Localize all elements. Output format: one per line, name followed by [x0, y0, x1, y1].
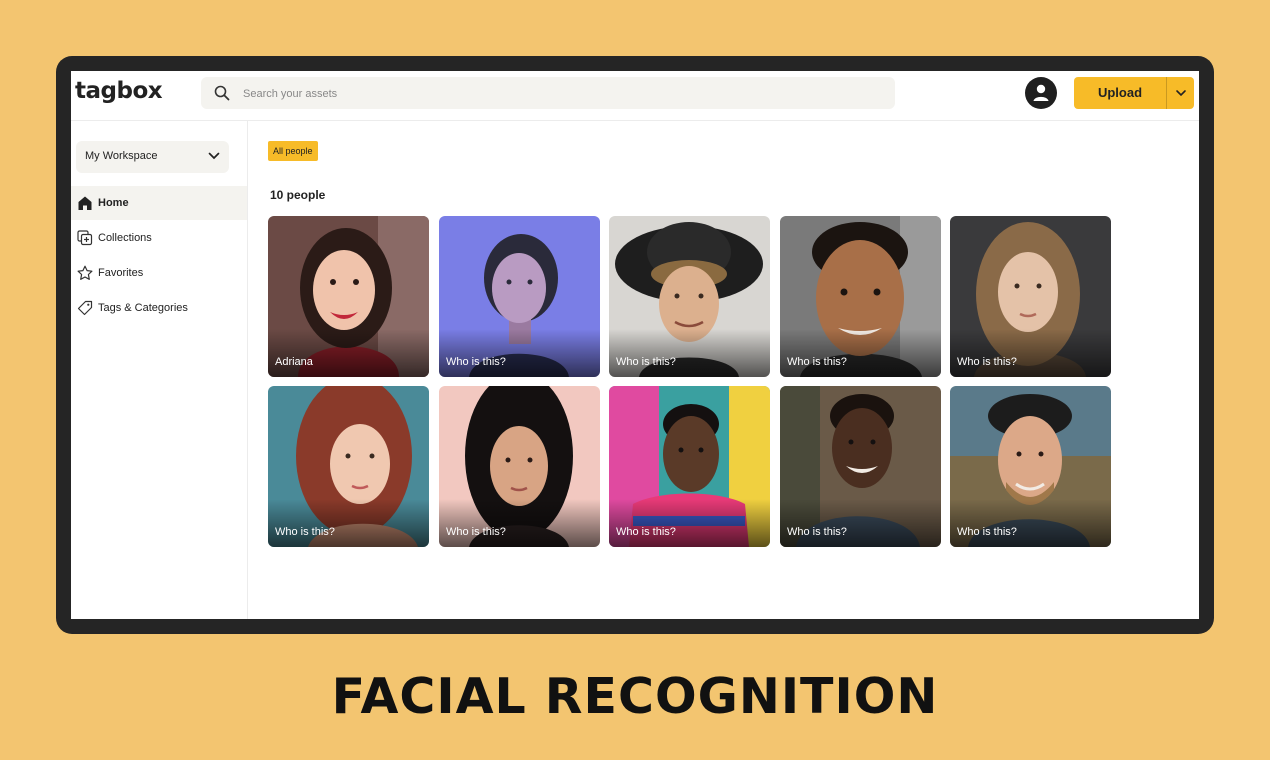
person-name: Who is this? — [446, 356, 506, 368]
person-name: Adriana — [275, 356, 313, 368]
user-icon — [1033, 84, 1049, 101]
upload-button[interactable]: Upload — [1074, 77, 1166, 109]
sidebar-item-label: Tags & Categories — [98, 302, 188, 314]
card-overlay — [780, 329, 941, 377]
person-card[interactable]: Who is this? — [439, 216, 600, 377]
person-name: Who is this? — [787, 526, 847, 538]
sidebar-item-home[interactable]: Home — [71, 186, 247, 220]
sidebar-item-tags-categories[interactable]: Tags & Categories — [71, 291, 247, 325]
search-icon — [214, 85, 230, 101]
person-name: Who is this? — [957, 526, 1017, 538]
card-overlay — [439, 329, 600, 377]
card-overlay — [950, 499, 1111, 547]
person-name: Who is this? — [446, 526, 506, 538]
tag-icon — [77, 300, 93, 316]
person-card[interactable]: Who is this? — [950, 216, 1111, 377]
feature-caption: FACIAL RECOGNITION — [331, 668, 939, 725]
person-card[interactable]: Who is this? — [780, 216, 941, 377]
person-name: Who is this? — [787, 356, 847, 368]
workspace-selector[interactable]: My Workspace — [76, 141, 229, 173]
card-overlay — [609, 499, 770, 547]
person-card[interactable]: Who is this? — [609, 216, 770, 377]
workspace-label: My Workspace — [85, 150, 158, 162]
search-input[interactable] — [241, 77, 885, 111]
card-overlay — [950, 329, 1111, 377]
sidebar-item-label: Home — [98, 197, 129, 209]
sidebar-item-collections[interactable]: Collections — [71, 221, 247, 255]
person-card[interactable]: Adriana — [268, 216, 429, 377]
chevron-down-icon — [208, 152, 220, 160]
person-card[interactable]: Who is this? — [950, 386, 1111, 547]
search-bar[interactable] — [201, 77, 895, 111]
person-name: Who is this? — [616, 356, 676, 368]
people-count: 10 people — [270, 188, 326, 202]
person-card[interactable]: Who is this? — [268, 386, 429, 547]
person-card[interactable]: Who is this? — [609, 386, 770, 547]
person-name: Who is this? — [957, 356, 1017, 368]
sidebar-item-favorites[interactable]: Favorites — [71, 256, 247, 290]
person-name: Who is this? — [275, 526, 335, 538]
card-overlay — [439, 499, 600, 547]
upload-menu-button[interactable] — [1166, 77, 1194, 109]
collections-icon — [77, 230, 93, 246]
user-avatar-button[interactable] — [1025, 77, 1057, 109]
sidebar: My Workspace Home Collections Favorites … — [71, 121, 248, 619]
filter-chip-all-people[interactable]: All people — [268, 141, 318, 161]
app-window: tagbox Upload — [71, 71, 1199, 619]
upload-button-group: Upload — [1074, 77, 1194, 109]
sidebar-item-label: Collections — [98, 232, 152, 244]
person-name: Who is this? — [616, 526, 676, 538]
person-card[interactable]: Who is this? — [439, 386, 600, 547]
star-icon — [77, 265, 93, 280]
logo[interactable]: tagbox — [75, 78, 163, 104]
card-overlay — [609, 329, 770, 377]
card-overlay — [780, 499, 941, 547]
home-icon — [78, 196, 92, 210]
chevron-down-icon — [1176, 90, 1186, 97]
sidebar-item-label: Favorites — [98, 267, 144, 279]
card-overlay — [268, 499, 429, 547]
card-overlay — [268, 329, 429, 377]
device-frame: tagbox Upload — [56, 56, 1214, 634]
person-card[interactable]: Who is this? — [780, 386, 941, 547]
header: tagbox Upload — [71, 71, 1199, 121]
